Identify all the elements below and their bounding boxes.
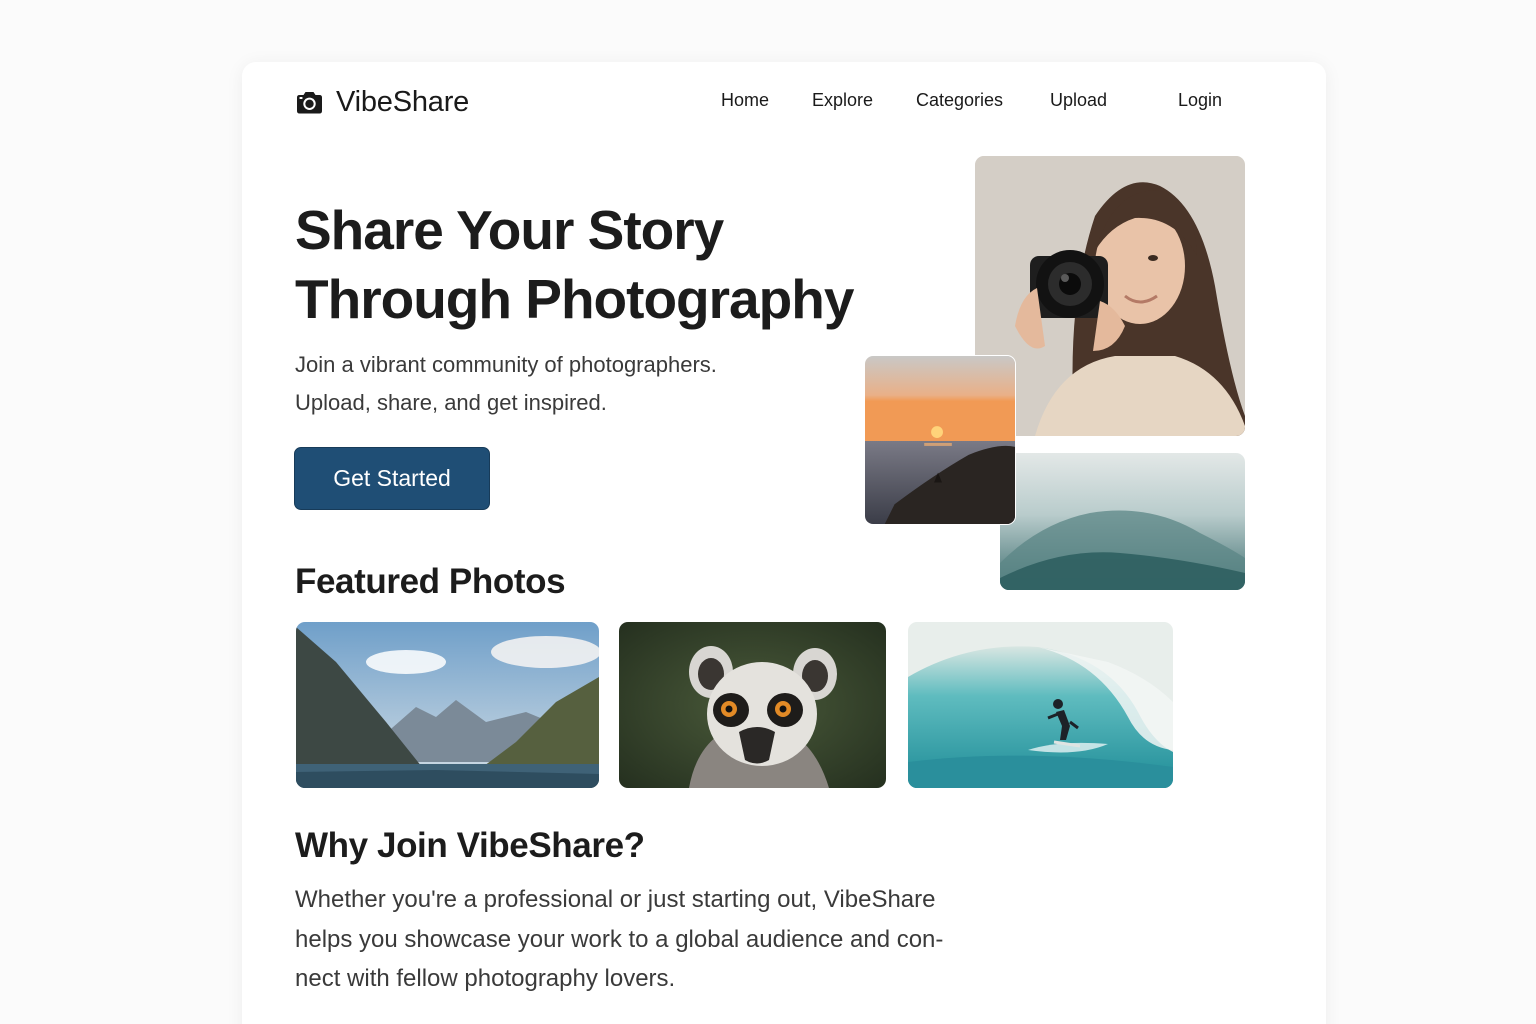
nav-categories[interactable]: Categories (916, 90, 1003, 111)
why-line-1: Whether you're a professional or just st… (295, 886, 936, 913)
hero-subtitle-line-2: Upload, share, and get inspired. (295, 390, 607, 415)
nav-explore[interactable]: Explore (812, 90, 873, 111)
camera-icon (297, 92, 322, 114)
brand-logo[interactable]: VibeShare (295, 86, 469, 119)
featured-photo-surfer[interactable] (908, 622, 1173, 788)
hero-subtitle: Join a vibrant community of photographer… (295, 346, 717, 422)
why-description: Whether you're a professional or just st… (295, 880, 995, 999)
hero-photo-sunset (864, 355, 1016, 525)
featured-heading: Featured Photos (295, 562, 566, 601)
hero-title: Share Your Story Through Photography (295, 196, 854, 334)
nav-login[interactable]: Login (1178, 90, 1222, 111)
get-started-button[interactable]: Get Started (294, 447, 490, 510)
hero-photo-misty-forest (1000, 453, 1245, 590)
why-line-2: helps you showcase your work to a global… (295, 925, 944, 953)
why-heading: Why Join VibeShare? (295, 826, 645, 865)
hero-title-line-2: Through Photography (295, 268, 854, 330)
why-line-3: nect with fellow photography lovers. (295, 965, 676, 992)
nav-home[interactable]: Home (721, 90, 769, 111)
hero-subtitle-line-1: Join a vibrant community of photographer… (295, 352, 717, 377)
featured-photo-lemur[interactable] (619, 622, 886, 788)
featured-photo-mountain-lake[interactable] (296, 622, 599, 788)
nav-upload[interactable]: Upload (1050, 90, 1107, 111)
brand-name: VibeShare (336, 86, 470, 118)
hero-title-line-1: Share Your Story (295, 199, 724, 261)
